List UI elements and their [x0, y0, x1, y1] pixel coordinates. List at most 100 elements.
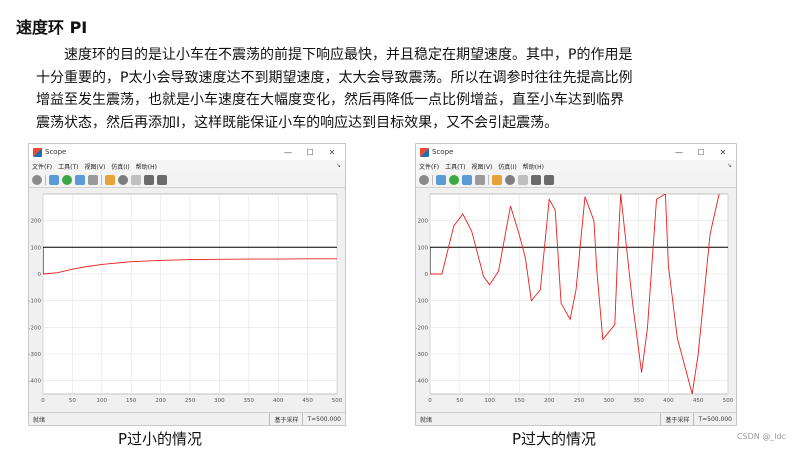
- menu-simulation[interactable]: 仿真(I): [111, 162, 129, 171]
- x-tick-label: 300: [214, 398, 225, 404]
- y-tick-label: 0: [425, 272, 429, 278]
- menu-help[interactable]: 帮助(H): [136, 162, 157, 171]
- y-tick-label: 0: [38, 272, 42, 278]
- status-time: T=500.000: [693, 413, 736, 425]
- close-button[interactable]: ✕: [321, 144, 343, 160]
- paragraph-line: 速度环的目的是让小车在不震荡的前提下响应最快，并且稳定在期望速度。其中，P的作用…: [64, 47, 633, 63]
- x-tick-label: 100: [97, 398, 108, 404]
- x-tick-label: 400: [273, 398, 284, 404]
- zoom-icon[interactable]: [118, 174, 128, 185]
- window-titlebar[interactable]: Scope — ☐ ✕: [29, 144, 345, 160]
- status-sample-mode: 基于采样: [269, 413, 302, 425]
- x-tick-label: 50: [456, 398, 463, 404]
- fit-axes-icon[interactable]: [518, 174, 528, 185]
- x-tick-label: 300: [604, 398, 615, 404]
- window-titlebar[interactable]: Scope — ☐ ✕: [416, 144, 736, 160]
- x-tick-label: 100: [484, 398, 495, 404]
- toolbar-separator: [488, 174, 489, 185]
- menu-view[interactable]: 视图(V): [85, 162, 106, 171]
- dock-arrow-icon[interactable]: ↘: [727, 162, 732, 169]
- paragraph-line: 十分重要的，P太小会导致速度达不到期望速度，太大会导致震荡。所以在调参时往往先提…: [36, 69, 633, 86]
- run-icon[interactable]: [449, 174, 459, 185]
- trigger-icon[interactable]: [544, 174, 554, 185]
- menu-simulation[interactable]: 仿真(I): [498, 162, 516, 171]
- dock-arrow-icon[interactable]: ↘: [336, 162, 341, 169]
- highlight-icon[interactable]: [492, 174, 502, 185]
- x-tick-label: 0: [41, 398, 45, 404]
- scope-plot[interactable]: 0 50 100 150 200 250 300 350 400 450 500 -400 -300 -2…: [416, 188, 736, 410]
- run-icon[interactable]: [62, 174, 72, 185]
- toolbar: [416, 172, 736, 188]
- x-tick-label: 0: [428, 398, 432, 404]
- x-tick-label: 250: [574, 398, 585, 404]
- y-tick-label: -100: [29, 299, 41, 305]
- matlab-icon: [33, 147, 42, 157]
- step-forward-icon[interactable]: [75, 174, 85, 185]
- y-tick-label: -200: [416, 325, 428, 331]
- step-forward-icon[interactable]: [462, 174, 472, 185]
- y-tick-label: -300: [416, 352, 428, 358]
- x-tick-label: 200: [544, 398, 555, 404]
- cursor-icon[interactable]: [531, 174, 541, 185]
- fit-axes-icon[interactable]: [131, 174, 141, 185]
- x-tick-label: 450: [693, 398, 704, 404]
- cursor-icon[interactable]: [144, 174, 154, 185]
- stop-icon[interactable]: [88, 174, 98, 185]
- x-tick-label: 450: [302, 398, 313, 404]
- scope-window-large-p: Scope — ☐ ✕ 文件(F) 工具(T) 视图(V) 仿真(I) 帮助(H…: [415, 143, 737, 426]
- x-tick-label: 50: [69, 398, 76, 404]
- menu-file[interactable]: 文件(F): [419, 162, 439, 171]
- menu-help[interactable]: 帮助(H): [523, 162, 544, 171]
- y-tick-label: -400: [416, 379, 428, 385]
- maximize-button[interactable]: ☐: [299, 144, 321, 160]
- paragraph-line: 震荡状态，然后再添加I，这样既能保证小车的响应达到目标效果，又不会引起震荡。: [36, 114, 559, 131]
- stop-icon[interactable]: [475, 174, 485, 185]
- x-tick-label: 250: [185, 398, 196, 404]
- menu-bar: 文件(F) 工具(T) 视图(V) 仿真(I) 帮助(H) ↘: [29, 160, 345, 172]
- step-back-icon[interactable]: [49, 174, 59, 185]
- matlab-icon: [420, 147, 429, 157]
- status-ready: 就绪: [33, 416, 46, 424]
- status-time: T=500.000: [302, 413, 345, 425]
- y-tick-label: 100: [418, 245, 429, 251]
- step-back-icon[interactable]: [436, 174, 446, 185]
- y-tick-label: -300: [29, 352, 41, 358]
- plot-area: 0 50 100 150 200 250 300 350 400 450 500 -400 -300 -2…: [416, 188, 736, 410]
- page-title: 速度环 PI: [16, 18, 88, 37]
- status-bar: 就绪 基于采样 T=500.000: [29, 412, 345, 425]
- menu-tools[interactable]: 工具(T): [58, 162, 78, 171]
- toolbar-separator: [432, 174, 433, 185]
- status-ready: 就绪: [420, 416, 433, 424]
- status-bar: 就绪 基于采样 T=500.000: [416, 412, 736, 425]
- maximize-button[interactable]: ☐: [690, 144, 712, 160]
- y-tick-label: 100: [31, 245, 42, 251]
- zoom-icon[interactable]: [505, 174, 515, 185]
- scope-window-small-p: Scope — ☐ ✕ 文件(F) 工具(T) 视图(V) 仿真(I) 帮助(H…: [28, 143, 346, 426]
- menu-tools[interactable]: 工具(T): [445, 162, 465, 171]
- y-tick-label: 200: [31, 219, 42, 225]
- caption-large-p: P过大的情况: [512, 430, 597, 448]
- minimize-button[interactable]: —: [277, 144, 299, 160]
- settings-icon[interactable]: [419, 174, 429, 185]
- y-tick-label: 200: [418, 219, 429, 225]
- y-tick-label: -200: [29, 325, 41, 331]
- menu-file[interactable]: 文件(F): [32, 162, 52, 171]
- x-tick-label: 500: [723, 398, 734, 404]
- y-tick-label: -400: [29, 379, 41, 385]
- minimize-button[interactable]: —: [668, 144, 690, 160]
- scope-plot[interactable]: 0 50 100 150 200 250 300 350 400 450 500 -400 -300 -2…: [29, 188, 345, 410]
- paragraph-line: 增益至发生震荡，也就是小车速度在大幅度变化，然后再降低一点比例增益，直至小车达到…: [36, 92, 624, 108]
- toolbar-separator: [45, 174, 46, 185]
- window-title: Scope: [45, 148, 67, 156]
- x-tick-label: 350: [633, 398, 644, 404]
- settings-icon[interactable]: [32, 174, 42, 185]
- trigger-icon[interactable]: [157, 174, 167, 185]
- caption-small-p: P过小的情况: [118, 430, 203, 448]
- x-tick-label: 500: [332, 398, 343, 404]
- window-title: Scope: [432, 148, 454, 156]
- x-tick-label: 200: [155, 398, 166, 404]
- close-button[interactable]: ✕: [712, 144, 734, 160]
- menu-view[interactable]: 视图(V): [472, 162, 493, 171]
- highlight-icon[interactable]: [105, 174, 115, 185]
- x-tick-label: 150: [514, 398, 525, 404]
